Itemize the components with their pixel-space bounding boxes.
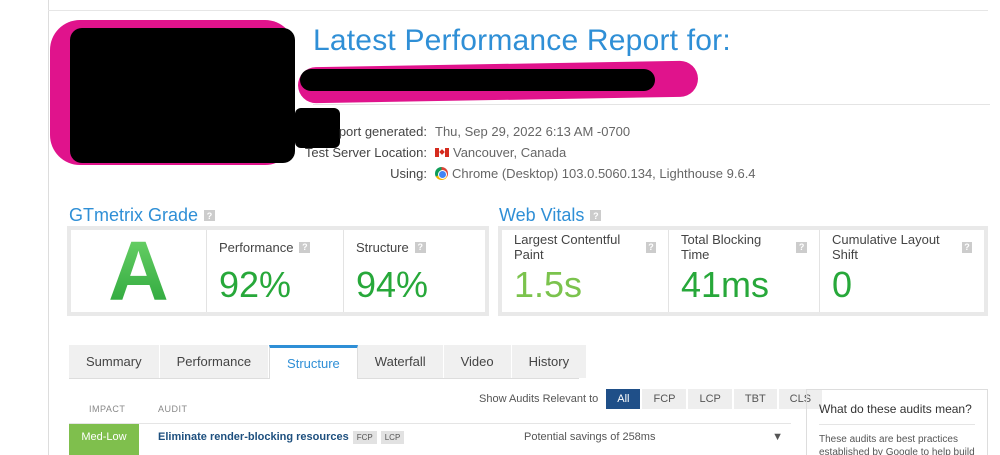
help-icon[interactable]: ? bbox=[962, 241, 972, 253]
tab-history[interactable]: History bbox=[511, 345, 588, 378]
audit-column-header: AUDIT bbox=[158, 404, 188, 414]
tbt-label: Total Blocking Time bbox=[681, 232, 762, 262]
tbt-label-row: Total Blocking Time ? bbox=[681, 232, 807, 262]
server-location-label: Test Server Location: bbox=[304, 145, 427, 160]
help-icon[interactable]: ? bbox=[414, 241, 426, 253]
audit-tag: FCP bbox=[352, 430, 377, 444]
using: Chrome (Desktop) 103.0.5060.134, Lightho… bbox=[435, 166, 756, 181]
chrome-icon bbox=[435, 167, 448, 180]
web-vitals-title: Web Vitals bbox=[499, 205, 585, 225]
report-page: Latest Performance Report for: port gene… bbox=[0, 0, 1000, 455]
frame-border bbox=[48, 10, 988, 11]
audit-filter: Show Audits Relevant to All FCP LCP TBT … bbox=[479, 389, 823, 409]
gtmetrix-grade-heading: GTmetrix Grade ? bbox=[69, 205, 216, 226]
filter-label: Show Audits Relevant to bbox=[479, 393, 599, 405]
tab-video[interactable]: Video bbox=[443, 345, 512, 378]
web-vitals-heading: Web Vitals ? bbox=[499, 205, 602, 226]
audit-row[interactable]: Med-Low Eliminate render-blocking resour… bbox=[69, 423, 791, 451]
impact-column-header: IMPACT bbox=[89, 404, 126, 414]
filter-tbt-button[interactable]: TBT bbox=[733, 389, 777, 409]
tbt-value: 41ms bbox=[681, 264, 770, 305]
audit-info-box: What do these audits mean? These audits … bbox=[806, 389, 988, 455]
audit-savings: Potential savings of 258ms bbox=[524, 431, 656, 443]
cls-label: Cumulative Layout Shift bbox=[832, 232, 940, 262]
audit-tag: LCP bbox=[380, 430, 405, 444]
cls-metric: Cumulative Layout Shift ? 0 bbox=[820, 230, 984, 312]
cls-value: 0 bbox=[832, 264, 853, 305]
lcp-value: 1.5s bbox=[514, 264, 583, 305]
tab-summary[interactable]: Summary bbox=[69, 345, 160, 378]
filter-lcp-button[interactable]: LCP bbox=[688, 389, 732, 409]
report-generated-row: port generated: Thu, Sep 29, 2022 6:13 A… bbox=[240, 121, 840, 142]
server-location: Vancouver, Canada bbox=[435, 145, 566, 160]
report-generated-value: Thu, Sep 29, 2022 6:13 AM -0700 bbox=[435, 124, 631, 139]
report-meta: port generated: Thu, Sep 29, 2022 6:13 A… bbox=[240, 121, 840, 184]
report-generated-label: port generated: bbox=[338, 124, 427, 139]
performance-label-row: Performance ? bbox=[219, 238, 331, 256]
help-icon[interactable]: ? bbox=[590, 210, 602, 221]
using-value: Chrome (Desktop) 103.0.5060.134, Lightho… bbox=[452, 166, 756, 181]
gtmetrix-grade-panel: A Performance ? 92% Structure ? 94% bbox=[67, 226, 489, 316]
tab-waterfall[interactable]: Waterfall bbox=[357, 345, 444, 378]
help-icon[interactable]: ? bbox=[204, 210, 216, 221]
lcp-label: Largest Contentful Paint bbox=[514, 232, 621, 262]
using-row: Using: Chrome (Desktop) 103.0.5060.134, … bbox=[240, 163, 840, 184]
help-icon[interactable]: ? bbox=[796, 241, 807, 253]
audit-info-text: These audits are best practices establis… bbox=[819, 434, 975, 455]
impact-badge: Med-Low bbox=[69, 423, 139, 451]
cls-label-row: Cumulative Layout Shift ? bbox=[832, 232, 972, 262]
server-location-row: Test Server Location: Vancouver, Canada bbox=[240, 142, 840, 163]
grade-letter-box: A bbox=[71, 224, 207, 318]
chevron-down-icon[interactable]: ▼ bbox=[772, 431, 783, 443]
tbt-metric: Total Blocking Time ? 41ms bbox=[669, 230, 820, 312]
frame-border bbox=[48, 0, 49, 455]
structure-label-row: Structure ? bbox=[356, 238, 473, 256]
audit-name[interactable]: Eliminate render-blocking resources bbox=[158, 431, 349, 443]
tab-performance[interactable]: Performance bbox=[159, 345, 270, 378]
page-title: Latest Performance Report for: bbox=[313, 24, 731, 57]
server-location-value: Vancouver, Canada bbox=[453, 145, 567, 160]
audit-info-title: What do these audits mean? bbox=[819, 402, 975, 425]
structure-label: Structure bbox=[356, 239, 409, 255]
help-icon[interactable]: ? bbox=[646, 241, 656, 253]
report-tabs: Summary Performance Structure Waterfall … bbox=[69, 345, 588, 379]
web-vitals-panel: Largest Contentful Paint ? 1.5s Total Bl… bbox=[498, 226, 988, 316]
filter-all-button[interactable]: All bbox=[606, 389, 641, 409]
performance-metric: Performance ? 92% bbox=[207, 230, 344, 312]
tab-structure[interactable]: Structure bbox=[269, 345, 358, 379]
lcp-label-row: Largest Contentful Paint ? bbox=[514, 232, 656, 262]
impact-badge-next bbox=[69, 450, 139, 455]
grade-letter: A bbox=[108, 224, 169, 318]
structure-metric: Structure ? 94% bbox=[344, 230, 485, 312]
lcp-metric: Largest Contentful Paint ? 1.5s bbox=[502, 230, 669, 312]
using-label: Using: bbox=[390, 166, 427, 181]
gtmetrix-grade-title: GTmetrix Grade bbox=[69, 205, 199, 225]
divider bbox=[313, 104, 990, 105]
performance-value: 92% bbox=[219, 264, 292, 305]
filter-fcp-button[interactable]: FCP bbox=[642, 389, 687, 409]
help-icon[interactable]: ? bbox=[299, 241, 311, 253]
performance-label: Performance bbox=[219, 239, 294, 255]
canada-flag-icon bbox=[435, 148, 449, 157]
structure-value: 94% bbox=[356, 264, 429, 305]
